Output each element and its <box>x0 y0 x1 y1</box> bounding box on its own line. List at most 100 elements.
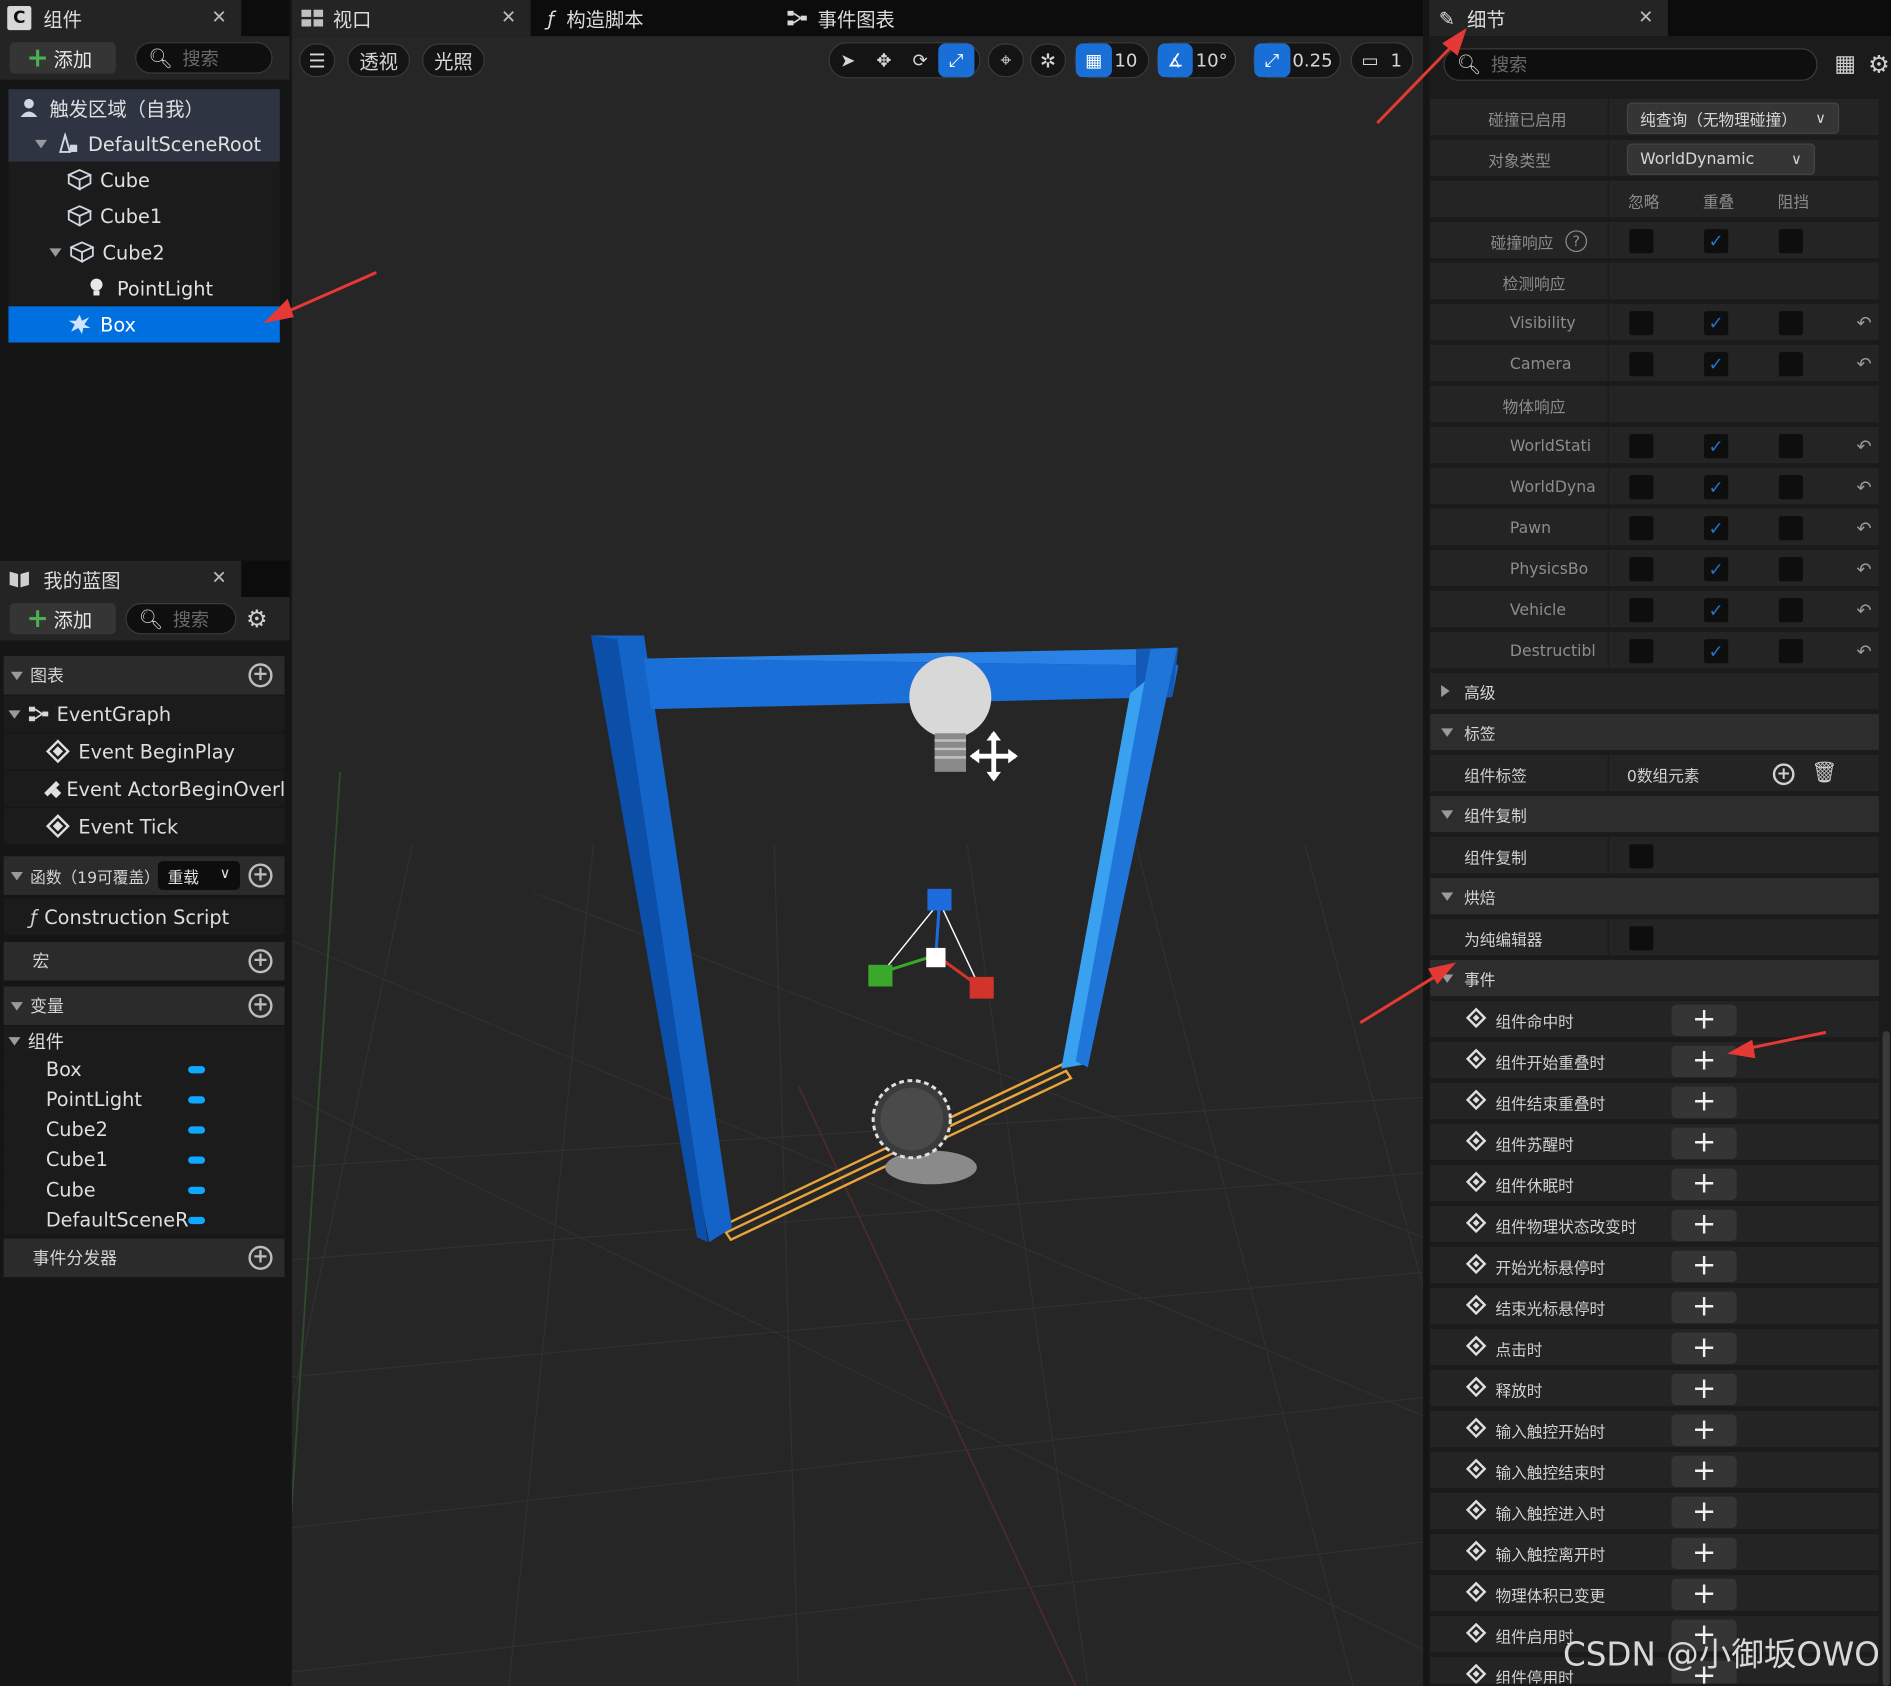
grid-snap-group[interactable]: ▦ 10 <box>1074 42 1150 79</box>
add-event-button[interactable]: + <box>1671 1127 1737 1159</box>
camera-speed-group[interactable]: ▭ 1 <box>1350 42 1414 79</box>
event-item-beginplay[interactable]: Event BeginPlay <box>3 733 285 770</box>
add-circle-icon[interactable]: + <box>248 993 273 1018</box>
tree-item-cube2[interactable]: Cube2 <box>8 233 280 271</box>
ignore-checkbox[interactable] <box>1629 639 1654 664</box>
overlap-checkbox[interactable]: ✓ <box>1704 557 1729 582</box>
replication-section[interactable]: 组件复制 <box>1430 795 1879 835</box>
reset-arrow-icon[interactable]: ↶ <box>1857 476 1872 498</box>
events-section[interactable]: 事件 <box>1430 959 1879 999</box>
world-space-button[interactable]: ⌖ <box>987 43 1024 78</box>
dispatchers-section[interactable]: 事件分发器 + <box>3 1238 285 1278</box>
add-event-button[interactable]: + <box>1671 1578 1737 1611</box>
event-graph-item[interactable]: EventGraph <box>3 695 285 733</box>
details-tab[interactable]: ✎ 细节 ✕ <box>1429 0 1668 37</box>
add-circle-icon[interactable]: + <box>1772 763 1795 786</box>
block-checkbox[interactable] <box>1778 229 1803 254</box>
tree-item-self[interactable]: 触发区域（自我） <box>8 89 280 126</box>
reset-arrow-icon[interactable]: ↶ <box>1857 640 1872 662</box>
add-event-button[interactable]: + <box>1671 1332 1737 1364</box>
block-checkbox[interactable] <box>1778 639 1803 664</box>
gear-icon[interactable]: ⚙ <box>246 604 268 633</box>
reset-arrow-icon[interactable]: ↶ <box>1857 517 1872 539</box>
reset-arrow-icon[interactable]: ↶ <box>1857 312 1872 334</box>
component-replicates-checkbox[interactable] <box>1629 844 1654 869</box>
block-checkbox[interactable] <box>1778 352 1803 377</box>
close-icon[interactable]: ✕ <box>212 567 227 589</box>
tab-construction-script[interactable]: ƒ 构造脚本 <box>538 0 774 36</box>
block-checkbox[interactable] <box>1778 516 1803 541</box>
tree-item-defaultsceneroot[interactable]: DefaultSceneRoot <box>8 125 280 162</box>
trash-icon[interactable]: 🗑︎ <box>1811 761 1837 785</box>
add-circle-icon[interactable]: + <box>248 863 273 888</box>
add-event-button[interactable]: + <box>1671 1496 1737 1529</box>
rotate-tool-icon[interactable]: ⟳ <box>902 43 938 77</box>
viewport-menu-button[interactable]: ☰ <box>299 43 336 78</box>
object-type-dropdown[interactable]: WorldDynamic ∨ <box>1626 143 1816 175</box>
lighting-button[interactable]: 光照 <box>422 43 485 78</box>
block-checkbox[interactable] <box>1778 598 1803 623</box>
overlap-checkbox[interactable]: ✓ <box>1704 598 1729 623</box>
help-icon[interactable]: ? <box>1565 230 1588 253</box>
block-checkbox[interactable] <box>1778 311 1803 336</box>
add-event-button[interactable]: + <box>1671 1045 1737 1077</box>
tab-viewport[interactable]: 视口 ✕ <box>291 0 531 37</box>
add-event-button[interactable]: + <box>1671 1373 1737 1405</box>
variable-item-pointlight[interactable]: PointLight <box>3 1084 285 1115</box>
block-checkbox[interactable] <box>1778 475 1803 500</box>
variable-item-cube[interactable]: Cube <box>3 1174 285 1205</box>
add-event-button[interactable]: + <box>1671 1168 1737 1200</box>
table-view-icon[interactable]: ▦ <box>1834 51 1856 78</box>
add-blueprint-item-button[interactable]: + 添加 <box>9 603 116 635</box>
components-search-input[interactable]: 🔍︎ 搜索 <box>135 42 273 74</box>
components-category[interactable]: 组件 <box>3 1026 285 1056</box>
viewport-scene[interactable] <box>291 0 1424 1686</box>
add-event-button[interactable]: + <box>1671 1537 1737 1570</box>
tab-event-graph[interactable]: 事件图表 <box>777 0 1018 36</box>
variable-item-cube2[interactable]: Cube2 <box>3 1114 285 1145</box>
tree-item-box[interactable]: Box <box>8 306 280 343</box>
add-event-button[interactable]: + <box>1671 1209 1737 1241</box>
collision-enabled-dropdown[interactable]: 纯查询（无物理碰撞） ∨ <box>1626 102 1840 134</box>
details-scrollbar[interactable] <box>1882 1031 1890 1686</box>
reset-arrow-icon[interactable]: ↶ <box>1857 353 1872 375</box>
overlap-checkbox[interactable]: ✓ <box>1704 475 1729 500</box>
reset-arrow-icon[interactable]: ↶ <box>1857 599 1872 621</box>
cooking-section[interactable]: 烘焙 <box>1430 877 1879 917</box>
variables-section[interactable]: 变量 + <box>3 986 285 1026</box>
ignore-checkbox[interactable] <box>1629 516 1654 541</box>
close-icon[interactable]: ✕ <box>1638 6 1653 28</box>
advanced-section[interactable]: 高级 <box>1430 672 1879 712</box>
variable-item-cube1[interactable]: Cube1 <box>3 1144 285 1175</box>
block-checkbox[interactable] <box>1778 434 1803 459</box>
add-event-button[interactable]: + <box>1671 1086 1737 1118</box>
tags-section[interactable]: 标签 <box>1430 713 1879 753</box>
move-tool-icon[interactable]: ✥ <box>866 43 902 77</box>
surface-snap-button[interactable]: ✲ <box>1029 43 1067 78</box>
my-blueprint-tab[interactable]: 我的蓝图 ✕ <box>0 560 242 597</box>
tree-item-pointlight[interactable]: PointLight <box>8 270 280 307</box>
select-tool-icon[interactable]: ➤ <box>830 43 866 77</box>
close-icon[interactable]: ✕ <box>501 6 516 28</box>
functions-section[interactable]: 函数（19可覆盖） 重载 ∨ + <box>3 856 285 895</box>
graphs-section[interactable]: 图表 + <box>3 656 285 695</box>
construction-script-item[interactable]: ƒ Construction Script <box>3 898 285 935</box>
macros-section[interactable]: 宏 + <box>3 941 285 981</box>
overlap-checkbox[interactable]: ✓ <box>1704 229 1729 254</box>
ignore-checkbox[interactable] <box>1629 557 1654 582</box>
override-dropdown[interactable]: 重载 ∨ <box>157 861 240 891</box>
ignore-checkbox[interactable] <box>1629 598 1654 623</box>
add-event-button[interactable]: + <box>1671 1455 1737 1487</box>
block-checkbox[interactable] <box>1778 557 1803 582</box>
overlap-checkbox[interactable]: ✓ <box>1704 311 1729 336</box>
viewport-panel[interactable]: 视口 ✕ ƒ 构造脚本 事件图表 ☰ 透视 光照 ➤ ✥ ⟳ ⤢ ⌖ ✲ ▦ 1… <box>291 0 1424 1686</box>
add-event-button[interactable]: + <box>1671 1004 1737 1036</box>
event-item-actorbeginoverlap[interactable]: Event ActorBeginOverla <box>3 770 285 807</box>
add-circle-icon[interactable]: + <box>248 1245 273 1270</box>
gear-icon[interactable]: ⚙ <box>1868 49 1890 78</box>
tree-item-cube[interactable]: Cube <box>8 161 280 198</box>
overlap-checkbox[interactable]: ✓ <box>1704 639 1729 664</box>
event-item-tick[interactable]: Event Tick <box>3 808 285 845</box>
add-event-button[interactable]: + <box>1671 1414 1737 1446</box>
tree-item-cube1[interactable]: Cube1 <box>8 197 280 234</box>
